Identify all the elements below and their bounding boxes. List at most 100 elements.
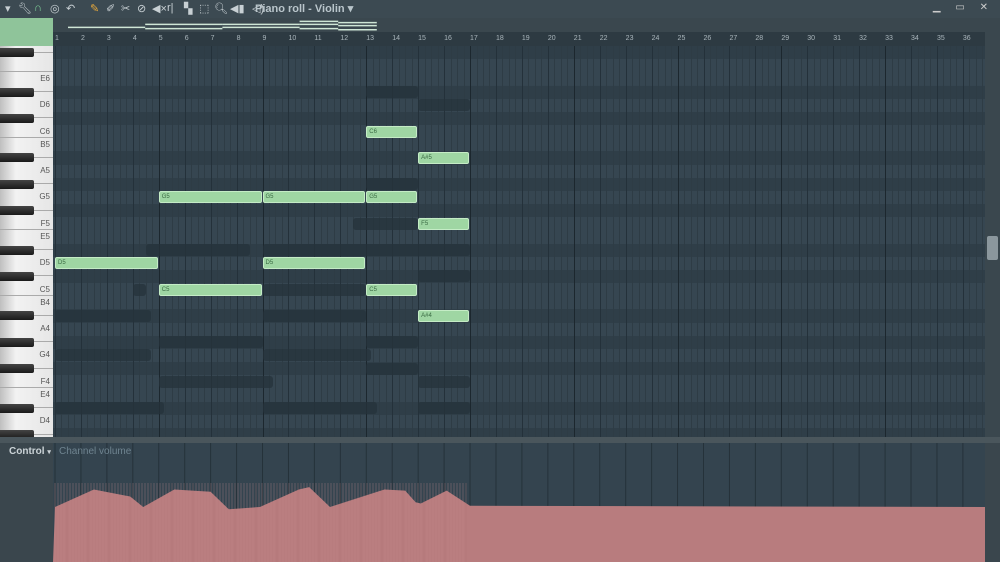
black-key[interactable] (0, 153, 34, 163)
select-icon[interactable]: ▚ (184, 2, 192, 15)
black-key[interactable] (0, 403, 34, 413)
tool-corner[interactable] (0, 18, 53, 46)
black-key[interactable] (0, 179, 34, 189)
zoom-icon[interactable]: 🔍︎ (214, 2, 228, 15)
piano-keyboard[interactable]: E6D6C6B5A5G5F5E5D5C5B4A4G4F4E4D4C4 (0, 46, 53, 437)
bar-number: 21 (573, 35, 582, 42)
window-title[interactable]: Piano roll - Violin ▾ (255, 2, 353, 15)
grid-line (87, 46, 89, 437)
note[interactable]: F5 (418, 217, 470, 230)
ghost-note (262, 349, 372, 362)
undo-icon[interactable]: ↶ (66, 2, 75, 15)
grid-line (113, 46, 115, 437)
ghost-note (262, 402, 377, 415)
grid-line (703, 46, 705, 437)
black-key[interactable] (0, 113, 34, 123)
grid-line (742, 46, 744, 437)
bar-number: 11 (314, 35, 322, 42)
bar-number: 28 (755, 35, 764, 42)
key-label: F4 (40, 376, 50, 386)
grid-line (748, 46, 750, 437)
event-editor[interactable]: Channel volume (53, 443, 985, 562)
control-selector[interactable]: Control ▾ (9, 446, 51, 457)
grid-line (865, 46, 867, 437)
overview-scrollbar[interactable] (53, 18, 985, 32)
grid-line (392, 46, 394, 437)
grid-line (495, 46, 497, 437)
grid-line (735, 46, 737, 437)
grid-line (632, 46, 634, 437)
black-key[interactable] (0, 48, 34, 58)
grid-line (800, 46, 802, 437)
menu-arrow-icon[interactable]: ▾ (5, 2, 11, 15)
slice-icon[interactable]: r| (167, 2, 174, 14)
note[interactable]: G5 (262, 191, 366, 204)
note[interactable]: A#4 (418, 309, 470, 322)
grid-line (813, 46, 815, 437)
vertical-scrollbar[interactable] (985, 18, 1000, 437)
note[interactable]: C5 (366, 283, 418, 296)
grid-line (709, 46, 711, 437)
snap-icon[interactable]: ◎ (50, 2, 60, 15)
bar-number: 16 (444, 35, 452, 42)
ghost-note (366, 86, 419, 99)
mute-icon[interactable]: ◀× (152, 2, 167, 15)
window-buttons[interactable]: ▁ ▭ ✕ (933, 2, 994, 13)
grid-line (722, 46, 724, 437)
wrench-icon[interactable]: 🔧︎ (18, 2, 32, 15)
playback-icon[interactable]: ◀▮ (230, 2, 245, 15)
note-grid[interactable]: D5 G5 C5 G5 D5 C6 G5 C5 A#5 F5 A#4 (53, 46, 985, 437)
grid-line (846, 46, 848, 437)
grid-line (346, 46, 348, 437)
event-scroll (985, 443, 1000, 562)
grid-line (398, 46, 400, 437)
grid-line (612, 46, 614, 437)
note[interactable]: A#5 (418, 151, 470, 164)
chevron-down-icon: ▾ (347, 3, 354, 15)
black-key[interactable] (0, 87, 34, 97)
delete-icon[interactable]: ⊘ (137, 2, 146, 15)
grid-line (132, 46, 134, 437)
black-key[interactable] (0, 271, 34, 281)
select-icon[interactable]: ⬚ (199, 2, 209, 15)
bar-number: 27 (729, 35, 738, 42)
note[interactable]: D5 (262, 257, 366, 270)
black-key[interactable] (0, 337, 34, 347)
grid-line (55, 46, 56, 437)
grid-line (320, 46, 322, 437)
black-key[interactable] (0, 206, 34, 216)
note[interactable]: D5 (55, 257, 158, 270)
note[interactable]: G5 (158, 191, 262, 204)
note[interactable]: G5 (366, 191, 418, 204)
black-key[interactable] (0, 311, 34, 321)
pencil-icon[interactable]: ✎ (90, 2, 99, 15)
grid-line (534, 46, 536, 437)
bar-number: 2 (80, 35, 85, 42)
magnet-icon[interactable]: ∩ (34, 2, 42, 14)
black-key[interactable] (0, 430, 34, 437)
grid-line (489, 46, 491, 437)
grid-line (372, 46, 374, 437)
toolbar: ▾ 🔧︎ ∩ ◎ ↶ ✎ ✐ ✂ ⊘ ◀× r| ▚ ⬚ 🔍︎ ◀▮ ◁) Pi… (0, 0, 1000, 18)
grid-line (359, 46, 361, 437)
timeline-ruler[interactable]: 1 2 3 4 5 6 7 8 9 10 11 12 13 14 15 16 17 18 19 20 21 22 23 24 2… (53, 32, 985, 46)
key-label: D6 (39, 100, 50, 110)
bar-number: 4 (132, 35, 137, 42)
grid-line (294, 46, 296, 437)
grid-line (962, 46, 964, 437)
note[interactable]: C6 (366, 125, 418, 138)
black-key[interactable] (0, 364, 34, 374)
grid-line (923, 46, 925, 437)
bar-number: 13 (366, 35, 375, 42)
key-label: D4 (39, 416, 50, 426)
grid-line (554, 46, 556, 437)
bar-number: 34 (911, 35, 919, 42)
key-label: E6 (40, 73, 50, 83)
chevron-down-icon: ▾ (47, 449, 51, 456)
delete-icon[interactable]: ✂ (121, 2, 130, 15)
brush-icon[interactable]: ✐ (106, 2, 115, 15)
scrollbar-thumb[interactable] (987, 236, 998, 260)
note[interactable]: C5 (158, 283, 262, 296)
grid-line (314, 46, 316, 437)
black-key[interactable] (0, 245, 34, 255)
